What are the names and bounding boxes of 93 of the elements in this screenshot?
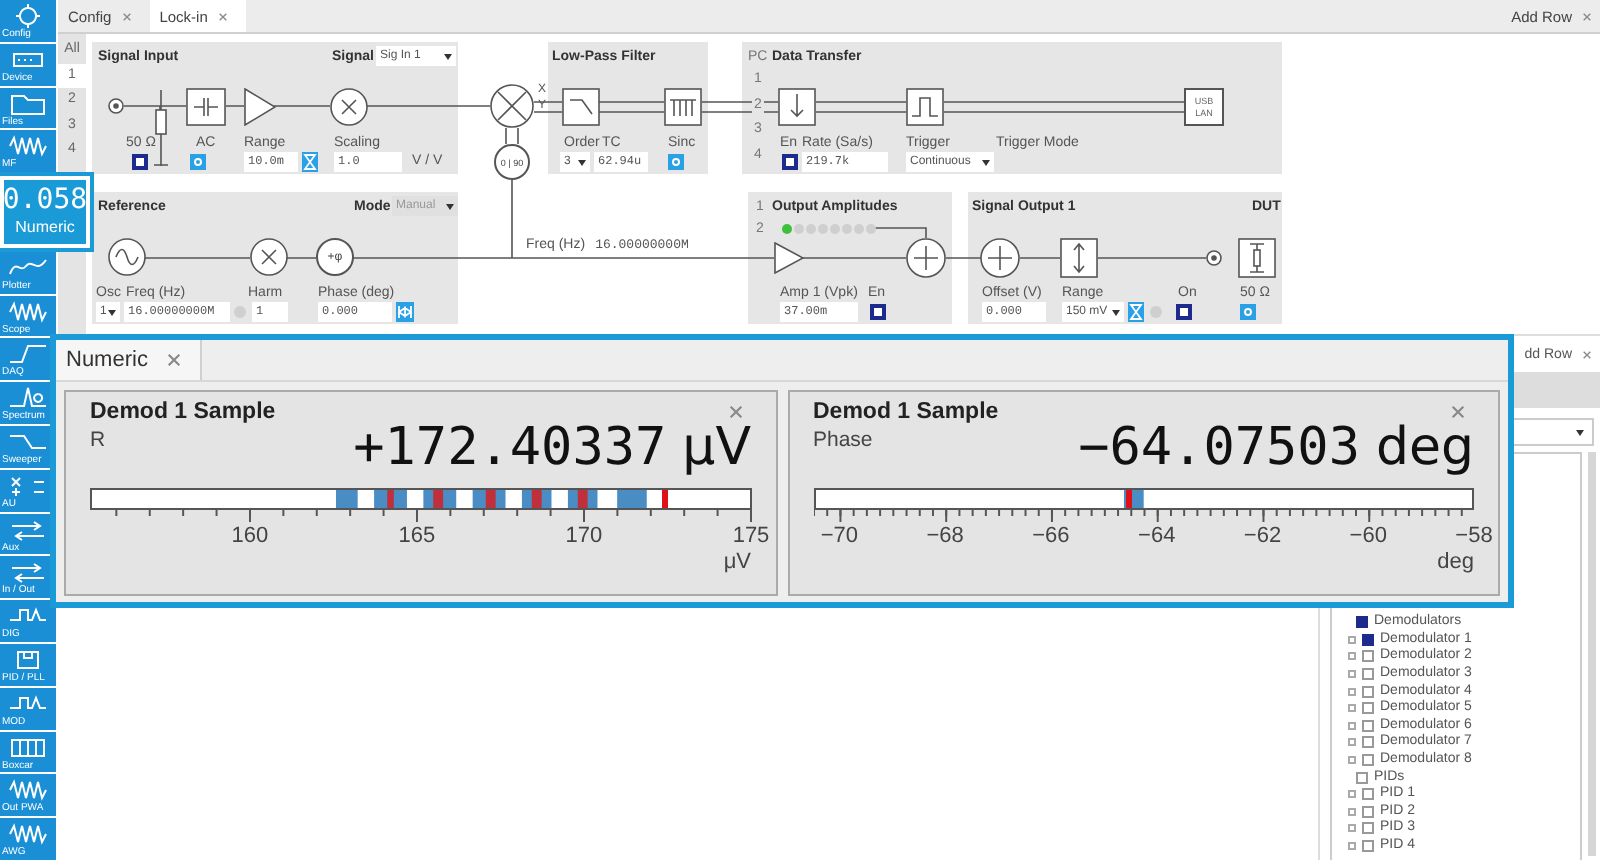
tick-label: 160 — [231, 524, 269, 548]
caret-icon — [446, 203, 454, 209]
checkbox[interactable] — [1356, 616, 1368, 629]
signal-label: R — [90, 428, 106, 452]
caret-icon — [1576, 429, 1584, 435]
checkbox[interactable] — [1362, 788, 1374, 801]
capacitor-icon — [186, 88, 226, 126]
amplifier-icon — [774, 242, 804, 274]
tick-label: −58 — [1455, 524, 1493, 548]
sum-icon — [906, 238, 946, 278]
tick-label: −60 — [1349, 524, 1387, 548]
caret-icon — [578, 159, 586, 165]
bars-icon — [8, 735, 48, 760]
close-icon[interactable] — [1450, 404, 1466, 420]
tick-label: −70 — [820, 524, 859, 548]
checkbox[interactable] — [1362, 822, 1374, 835]
enable-toggle[interactable] — [782, 154, 798, 170]
caret-icon — [108, 309, 116, 315]
trigger-pulse-icon — [906, 88, 944, 126]
sum-icon — [980, 238, 1020, 278]
checkbox[interactable] — [1362, 719, 1374, 732]
step-icon — [8, 342, 48, 367]
spectrum-icon — [8, 386, 48, 411]
unit-label: deg — [1375, 418, 1474, 478]
value-readout: +172.40337 — [353, 418, 667, 478]
mixer-icon — [490, 84, 534, 128]
unit-label: μV — [682, 418, 751, 478]
card-title: Demod 1 Sample — [90, 400, 276, 424]
caret-icon — [444, 53, 452, 59]
resistor-icon — [1238, 238, 1276, 278]
checkbox[interactable] — [1362, 805, 1374, 818]
oscillator-indicator[interactable] — [782, 224, 792, 234]
checkbox[interactable] — [1362, 840, 1374, 853]
tick-label: −62 — [1243, 524, 1282, 548]
checkbox[interactable] — [1362, 736, 1374, 749]
impedance-toggle[interactable] — [1240, 304, 1256, 320]
checkbox[interactable] — [1362, 650, 1374, 663]
range-icon — [1060, 238, 1098, 278]
multiply-icon — [330, 88, 368, 126]
waveform-icon — [8, 299, 48, 324]
axis-unit: μV — [723, 550, 751, 574]
caret-icon — [982, 159, 990, 165]
close-icon[interactable] — [1582, 349, 1592, 359]
resistor-icon — [154, 90, 168, 166]
arithmetic-icon — [8, 473, 48, 498]
sinc-filter-icon — [664, 88, 702, 126]
waveform-icon — [8, 778, 48, 803]
checkbox[interactable] — [1362, 685, 1374, 698]
checkbox[interactable] — [1356, 771, 1368, 784]
amplifier-icon — [244, 88, 276, 126]
multiply-icon — [250, 238, 288, 276]
checkbox[interactable] — [1362, 668, 1374, 681]
output-connector-icon — [1206, 250, 1222, 266]
close-icon[interactable] — [121, 11, 132, 21]
card-title: Demod 1 Sample — [813, 400, 999, 424]
output-toggle[interactable] — [1176, 304, 1192, 320]
close-icon[interactable] — [727, 404, 743, 420]
autorange-icon[interactable] — [302, 152, 318, 172]
input-connector-icon — [108, 98, 124, 114]
scrollbar[interactable] — [1588, 452, 1596, 856]
tick-label: −66 — [1032, 524, 1070, 548]
impedance-toggle[interactable] — [132, 154, 148, 170]
tick-label: −68 — [926, 524, 964, 548]
zero-phase-icon[interactable] — [396, 302, 414, 322]
folder-icon — [8, 91, 48, 116]
checkbox[interactable] — [1362, 633, 1374, 646]
checkbox[interactable] — [1362, 702, 1374, 715]
sweep-icon — [8, 429, 48, 454]
close-icon[interactable] — [1582, 11, 1592, 21]
sine-wave-icon — [108, 238, 146, 276]
close-icon[interactable] — [217, 11, 228, 21]
tick-label: 165 — [398, 524, 436, 548]
sinc-toggle[interactable] — [668, 154, 684, 170]
caret-icon — [1112, 309, 1120, 315]
enable-toggle[interactable] — [870, 304, 886, 320]
device-icon — [8, 47, 48, 72]
tick-label: 175 — [732, 524, 770, 548]
tab[interactable]: Numeric — [56, 340, 202, 380]
close-icon[interactable] — [165, 352, 182, 368]
waveform-icon — [8, 822, 48, 847]
signal-label: Phase — [813, 428, 873, 452]
axis-unit: deg — [1437, 550, 1474, 574]
value-readout: −64.07503 — [1078, 418, 1360, 478]
autorange-icon[interactable] — [1128, 302, 1144, 322]
plot-icon — [8, 255, 48, 280]
arrows-icon — [8, 517, 48, 542]
waveform-icon — [8, 134, 48, 159]
tick-label: 170 — [565, 524, 603, 548]
tick-label: −64 — [1138, 524, 1176, 548]
checkbox[interactable] — [1362, 754, 1374, 767]
ac-toggle[interactable] — [190, 154, 206, 170]
low-pass-icon — [562, 88, 600, 126]
arrows-icon — [8, 560, 48, 585]
